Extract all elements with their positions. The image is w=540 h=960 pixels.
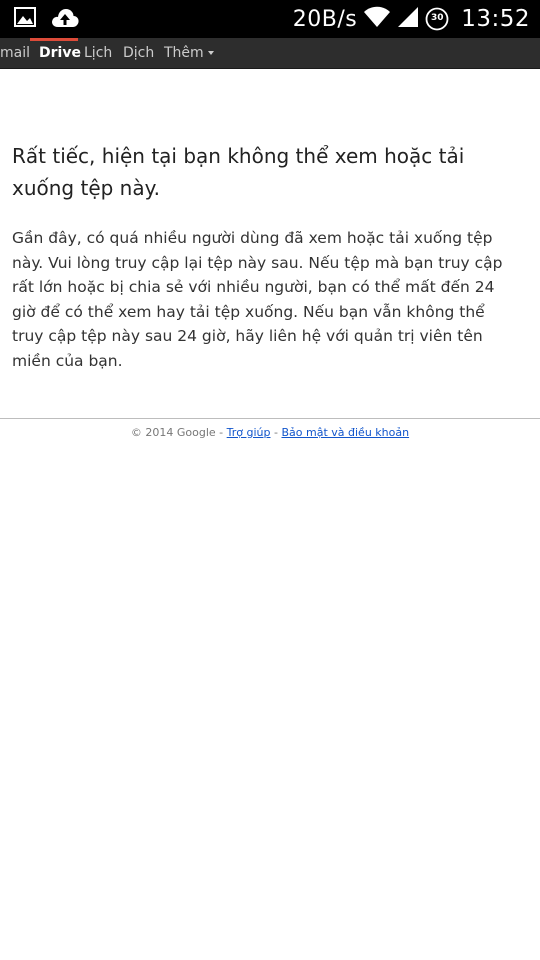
google-nav-bar: mail Drive Lịch Dịch Thêm — [0, 38, 540, 69]
image-icon — [14, 7, 36, 31]
battery-level: 30 — [430, 13, 444, 23]
help-link[interactable]: Trợ giúp — [227, 426, 271, 439]
nav-active-indicator — [30, 38, 78, 41]
net-speed: 20B/s — [292, 6, 358, 32]
nav-item-mail[interactable]: mail — [0, 38, 30, 68]
copyright: © 2014 Google — [130, 426, 216, 439]
privacy-terms-link[interactable]: Bảo mật và điều khoản — [281, 426, 409, 439]
footer-divider — [0, 418, 540, 419]
nav-item-calendar[interactable]: Lịch — [84, 38, 112, 68]
wifi-icon — [363, 6, 391, 32]
cloud-upload-icon — [50, 6, 80, 32]
error-message: Rất tiếc, hiện tại bạn không thể xem hoặ… — [12, 140, 517, 373]
status-notifications — [14, 6, 80, 32]
error-description: Gần đây, có quá nhiều người dùng đã xem … — [12, 229, 503, 370]
clock: 13:52 — [461, 6, 530, 32]
footer-separator: - — [270, 426, 282, 439]
status-bar: 20B/s 30 13:52 — [0, 0, 540, 38]
nav-item-more[interactable]: Thêm — [164, 38, 214, 68]
battery-icon: 30 — [425, 7, 449, 31]
footer-separator: - — [215, 426, 227, 439]
nav-item-drive[interactable]: Drive — [39, 38, 81, 68]
signal-icon — [397, 6, 419, 32]
status-indicators: 20B/s 30 13:52 — [293, 0, 530, 38]
footer: © 2014 Google - Trợ giúp - Bảo mật và đi… — [0, 426, 540, 439]
nav-item-translate[interactable]: Dịch — [123, 38, 154, 68]
nav-item-more-label: Thêm — [164, 45, 204, 61]
chevron-down-icon — [207, 51, 214, 55]
error-title: Rất tiếc, hiện tại bạn không thể xem hoặ… — [12, 144, 465, 200]
